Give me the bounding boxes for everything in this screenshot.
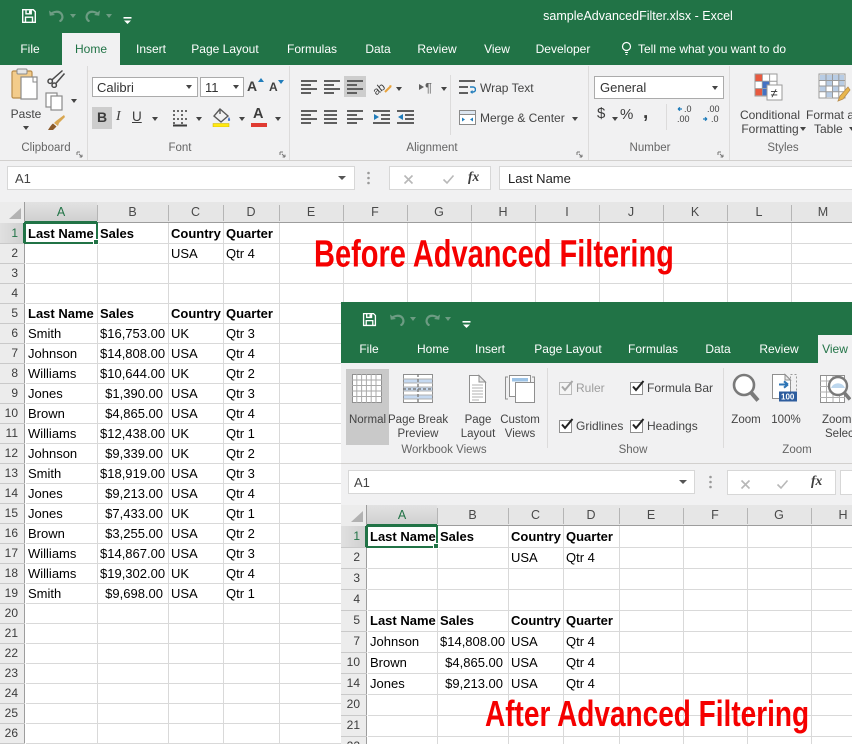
- svg-text:.0: .0: [684, 104, 692, 114]
- svg-text:ab: ab: [373, 81, 388, 97]
- svg-text:.00: .00: [677, 114, 690, 124]
- svg-text:¶: ¶: [425, 80, 432, 94]
- svg-text:≠: ≠: [771, 86, 778, 101]
- svg-text:.0: .0: [711, 114, 719, 124]
- svg-text:100: 100: [781, 393, 795, 402]
- svg-text:.00: .00: [707, 104, 720, 114]
